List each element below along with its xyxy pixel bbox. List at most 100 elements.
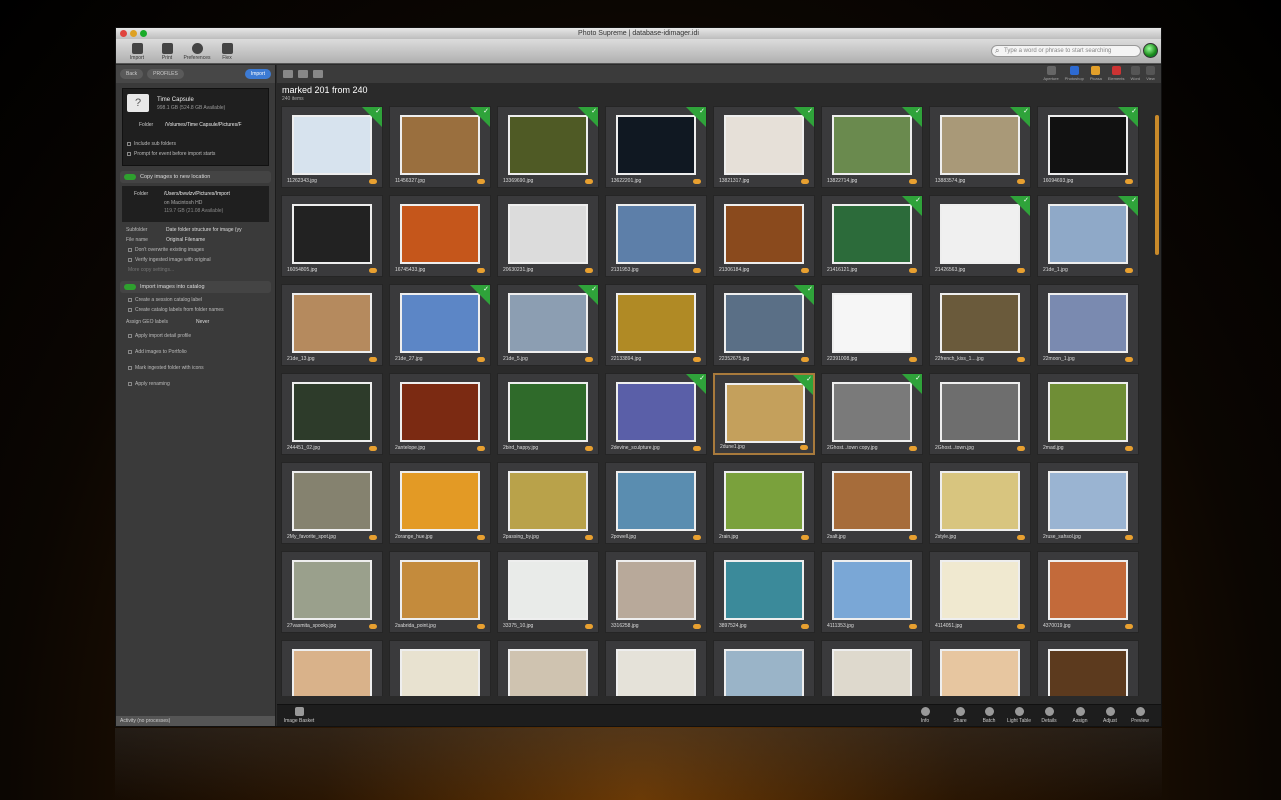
marked-flag-icon[interactable] bbox=[686, 107, 706, 127]
detail-profile-option[interactable]: Apply import detail profile bbox=[116, 327, 275, 341]
info-button[interactable]: Info bbox=[910, 707, 940, 724]
thumbnail-cell[interactable]: 2My_favorite_spot.jpg bbox=[281, 462, 383, 544]
dont-overwrite-option[interactable]: Don't overwrite existing images bbox=[116, 245, 275, 255]
thumbnail-cell[interactable]: 21de_1.jpg bbox=[1037, 195, 1139, 277]
thumbnail-image[interactable] bbox=[508, 204, 588, 264]
rating-badge-icon[interactable] bbox=[369, 535, 377, 540]
thumbnail-cell[interactable]: 22352675.jpg bbox=[713, 284, 815, 366]
thumbnail-image[interactable] bbox=[508, 293, 588, 353]
thumbnail-cell[interactable]: 13883574.jpg bbox=[929, 106, 1031, 188]
check-icon[interactable] bbox=[283, 70, 293, 78]
thumbnail-cell[interactable]: 22moon_1.jpg bbox=[1037, 284, 1139, 366]
rating-badge-icon[interactable] bbox=[1017, 357, 1025, 362]
marked-flag-icon[interactable] bbox=[578, 285, 598, 305]
rating-badge-icon[interactable] bbox=[1125, 624, 1133, 629]
print-button[interactable]: Print bbox=[152, 43, 182, 61]
app-picasa-button[interactable]: Picasa bbox=[1090, 66, 1102, 81]
thumbnail-image[interactable] bbox=[508, 115, 588, 175]
thumbnail-cell[interactable]: 2bird_happy.jpg bbox=[497, 373, 599, 455]
geo-labels-row[interactable]: Assign GEO labels Never bbox=[116, 315, 275, 327]
thumbnail-cell[interactable]: 13822714.jpg bbox=[821, 106, 923, 188]
thumbnail-image[interactable] bbox=[508, 471, 588, 531]
thumbnail-cell[interactable]: 3316258.jpg bbox=[605, 551, 707, 633]
rating-badge-icon[interactable] bbox=[800, 445, 808, 450]
thumbnail-cell[interactable]: 21306184.jpg bbox=[713, 195, 815, 277]
thumbnail-cell[interactable]: 2devine_sculpture.jpg bbox=[605, 373, 707, 455]
thumbnail-cell[interactable]: 33375_10.jpg bbox=[497, 551, 599, 633]
rating-badge-icon[interactable] bbox=[1017, 535, 1025, 540]
rating-badge-icon[interactable] bbox=[801, 357, 809, 362]
rating-badge-icon[interactable] bbox=[369, 268, 377, 273]
rating-badge-icon[interactable] bbox=[909, 535, 917, 540]
rating-badge-icon[interactable] bbox=[477, 179, 485, 184]
thumbnail-cell[interactable]: 2ruse_sahsol.jpg bbox=[1037, 462, 1139, 544]
source-box[interactable]: ? Time Capsule 998.1 GB (524.8 GB Availa… bbox=[122, 88, 269, 166]
thumbnail-image[interactable] bbox=[292, 382, 372, 442]
rating-badge-icon[interactable] bbox=[693, 446, 701, 451]
thumbnail-cell[interactable]: 2rain.jpg bbox=[713, 462, 815, 544]
thumbnail-cell[interactable]: 2style.jpg bbox=[929, 462, 1031, 544]
rating-badge-icon[interactable] bbox=[801, 268, 809, 273]
thumbnail-image[interactable] bbox=[940, 471, 1020, 531]
marked-flag-icon[interactable] bbox=[470, 285, 490, 305]
thumbnail-image[interactable] bbox=[940, 382, 1020, 442]
thumbnail-cell[interactable]: 2Ghost...town copy.jpg bbox=[821, 373, 923, 455]
rating-badge-icon[interactable] bbox=[585, 535, 593, 540]
thumbnail-cell[interactable]: 2131953.jpg bbox=[605, 195, 707, 277]
copy-toggle[interactable] bbox=[124, 174, 136, 180]
dest-folder-path[interactable]: /Users/bvwlzv/Pictures/Import bbox=[164, 191, 230, 197]
app-photoshop-button[interactable]: Photoshop bbox=[1065, 66, 1084, 81]
thumbnail-image[interactable] bbox=[292, 471, 372, 531]
marked-flag-icon[interactable] bbox=[578, 107, 598, 127]
thumbnail-cell[interactable]: 21de_5.jpg bbox=[497, 284, 599, 366]
thumbnail-image[interactable] bbox=[400, 560, 480, 620]
thumbnail-image[interactable] bbox=[616, 560, 696, 620]
marked-flag-icon[interactable] bbox=[902, 196, 922, 216]
thumbnail-image[interactable] bbox=[832, 560, 912, 620]
thumbnail-image[interactable] bbox=[400, 382, 480, 442]
thumbnail-cell[interactable]: 21426563.jpg bbox=[929, 195, 1031, 277]
thumbnail-cell[interactable]: 3897524.jpg bbox=[713, 551, 815, 633]
checkbox[interactable] bbox=[128, 248, 132, 252]
rating-badge-icon[interactable] bbox=[693, 624, 701, 629]
rating-badge-icon[interactable] bbox=[1017, 446, 1025, 451]
sort-icon[interactable] bbox=[298, 70, 308, 78]
thumbnail-image[interactable] bbox=[832, 293, 912, 353]
filename-row[interactable]: File name Original Filename bbox=[116, 235, 275, 245]
marked-flag-icon[interactable] bbox=[470, 107, 490, 127]
catalog-toggle[interactable] bbox=[124, 284, 136, 290]
thumbnail-image[interactable] bbox=[940, 560, 1020, 620]
thumbnail-image[interactable] bbox=[292, 115, 372, 175]
thumbnail-cell[interactable]: 2passing_by.jpg bbox=[497, 462, 599, 544]
thumbnail-image[interactable] bbox=[940, 293, 1020, 353]
thumbnail-grid[interactable]: 11262343.jpg 11456327.jpg 13369690.jpg 1362… bbox=[281, 106, 1147, 696]
rating-badge-icon[interactable] bbox=[909, 357, 917, 362]
thumbnail-cell[interactable]: 27vasmita_spooky.jpg bbox=[281, 551, 383, 633]
rating-badge-icon[interactable] bbox=[369, 179, 377, 184]
rating-badge-icon[interactable] bbox=[477, 357, 485, 362]
thumbnail-image[interactable] bbox=[724, 471, 804, 531]
rating-badge-icon[interactable] bbox=[693, 357, 701, 362]
rating-badge-icon[interactable] bbox=[477, 624, 485, 629]
rating-badge-icon[interactable] bbox=[477, 446, 485, 451]
rating-badge-icon[interactable] bbox=[1125, 535, 1133, 540]
thumbnail-cell[interactable]: 2powell.jpg bbox=[605, 462, 707, 544]
rating-badge-icon[interactable] bbox=[693, 535, 701, 540]
thumbnail-cell[interactable]: 2salt.jpg bbox=[821, 462, 923, 544]
marked-flag-icon[interactable] bbox=[1118, 196, 1138, 216]
checkbox[interactable] bbox=[128, 382, 132, 386]
thumbnail-cell[interactable]: 2antelope.jpg bbox=[389, 373, 491, 455]
thumbnail-image[interactable] bbox=[832, 471, 912, 531]
adjust-button[interactable]: Adjust bbox=[1095, 707, 1125, 724]
thumbnail-cell[interactable]: 2sabrida_point.jpg bbox=[389, 551, 491, 633]
rating-badge-icon[interactable] bbox=[1017, 268, 1025, 273]
thumbnail-image[interactable] bbox=[400, 649, 480, 696]
thumbnail-image[interactable] bbox=[292, 204, 372, 264]
copy-section-header[interactable]: Copy images to new location bbox=[120, 171, 271, 183]
flex-button[interactable]: Flex bbox=[212, 43, 242, 61]
catalog-section-header[interactable]: Import images into catalog bbox=[120, 281, 271, 293]
marked-flag-icon[interactable] bbox=[1010, 196, 1030, 216]
rating-badge-icon[interactable] bbox=[1125, 268, 1133, 273]
grid-scrollbar[interactable] bbox=[1155, 115, 1159, 255]
assign-button[interactable]: Assign bbox=[1065, 707, 1095, 724]
